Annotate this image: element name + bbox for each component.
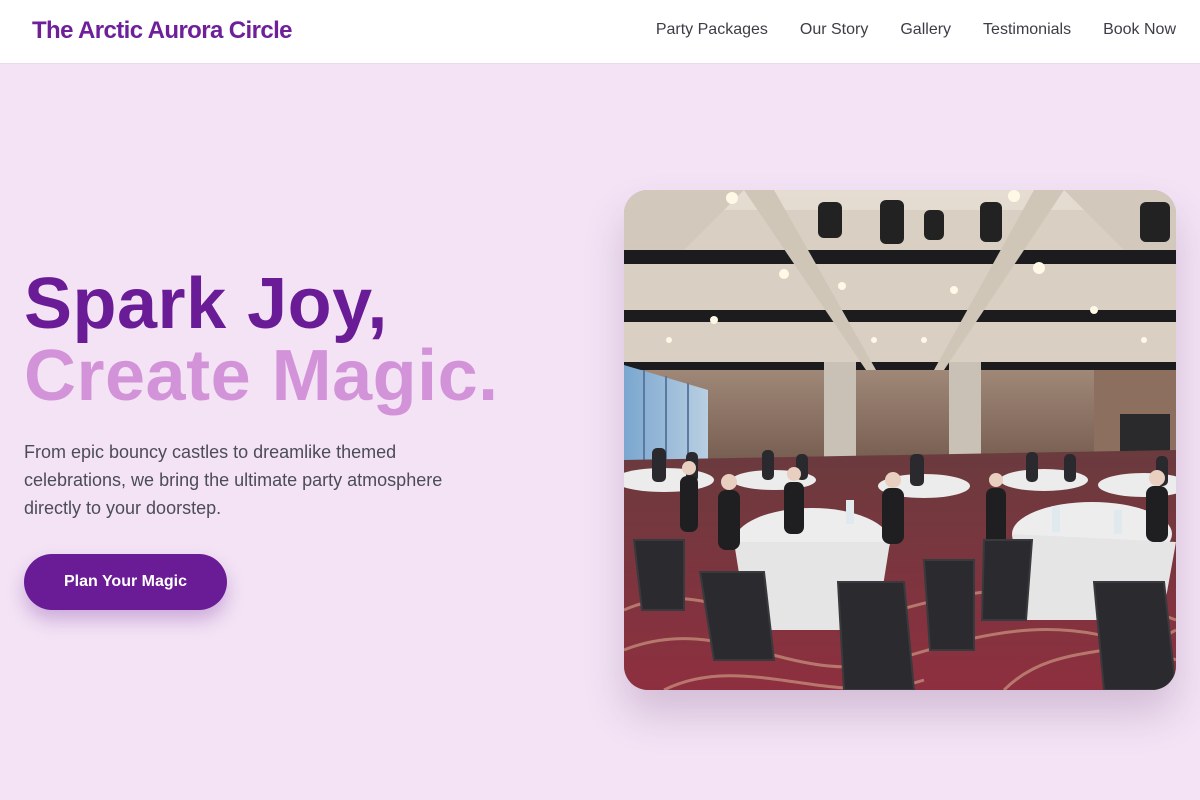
top-nav-bar: The Arctic Aurora Circle Party Packages …: [0, 0, 1200, 64]
nav-testimonials[interactable]: Testimonials: [983, 21, 1071, 39]
nav-gallery[interactable]: Gallery: [900, 21, 951, 39]
headline-line-2: Create Magic.: [24, 336, 499, 416]
headline-line-1: Spark Joy,: [24, 264, 388, 344]
nav-our-story[interactable]: Our Story: [800, 21, 868, 39]
plan-your-magic-button[interactable]: Plan Your Magic: [24, 554, 227, 610]
hero-headline: Spark Joy, Create Magic.: [24, 268, 499, 412]
main-nav: Party Packages Our Story Gallery Testimo…: [656, 0, 1176, 60]
hero-description: From epic bouncy castles to dreamlike th…: [24, 442, 443, 518]
hero-image-ballroom: [624, 190, 1176, 690]
nav-party-packages[interactable]: Party Packages: [656, 21, 768, 39]
brand-logo[interactable]: The Arctic Aurora Circle: [32, 17, 293, 45]
nav-book-now[interactable]: Book Now: [1103, 21, 1176, 39]
